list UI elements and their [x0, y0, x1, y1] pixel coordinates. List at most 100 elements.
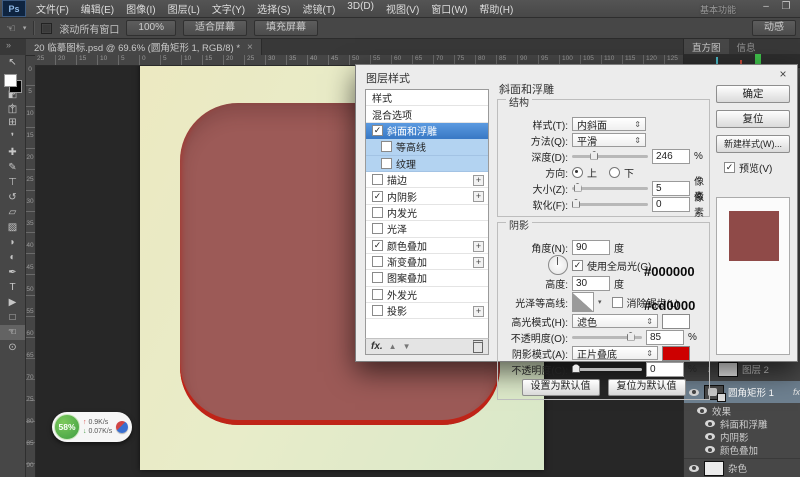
opacity1-input[interactable]: 85 — [646, 330, 684, 345]
move-tool-icon[interactable]: ↖ — [0, 55, 25, 70]
add-instance-icon[interactable]: + — [473, 241, 484, 252]
style-dropdown[interactable]: 内斜面 ⇕ — [572, 117, 646, 131]
dodge-tool-icon[interactable]: ◐ — [0, 250, 25, 265]
opacity2-slider[interactable] — [572, 368, 642, 371]
fx-icon[interactable]: fx. — [371, 341, 383, 352]
zoom-100-button[interactable]: 100% — [126, 20, 176, 36]
add-instance-icon[interactable]: + — [473, 175, 484, 186]
menu-item[interactable]: 视图(V) — [380, 1, 425, 16]
checkbox[interactable] — [381, 158, 392, 169]
checkbox[interactable] — [372, 256, 383, 267]
restore-button[interactable]: ❐ — [778, 1, 794, 12]
visibility-toggle[interactable] — [688, 465, 700, 472]
checkbox[interactable] — [372, 207, 383, 218]
menu-item[interactable]: 滤镜(T) — [297, 1, 342, 16]
angle-input[interactable]: 90 — [572, 240, 610, 255]
blur-tool-icon[interactable]: ◗ — [0, 235, 25, 250]
checkbox[interactable] — [372, 305, 383, 316]
slider-thumb[interactable] — [574, 183, 582, 192]
new-style-button[interactable]: 新建样式(W)... — [716, 135, 790, 153]
style-item-blending-options[interactable]: 混合选项 — [366, 106, 488, 122]
shadow-color-swatch[interactable] — [662, 346, 690, 361]
highlight-mode-dropdown[interactable]: 滤色 ⇕ — [572, 314, 658, 328]
dialog-close-icon[interactable]: × — [776, 67, 790, 81]
checkbox[interactable] — [372, 174, 383, 185]
menu-item[interactable]: 文字(Y) — [206, 1, 251, 16]
menu-item[interactable]: 3D(D) — [341, 1, 380, 16]
style-item-outer-glow[interactable]: 外发光 — [366, 287, 488, 303]
type-tool-icon[interactable]: T — [0, 280, 25, 295]
technique-dropdown[interactable]: 平滑 ⇕ — [572, 133, 646, 147]
eyedropper-tool-icon[interactable]: ❜ — [0, 130, 25, 145]
direction-down-radio[interactable] — [609, 167, 620, 178]
brush-tool-icon[interactable]: ✎ — [0, 160, 25, 175]
add-instance-icon[interactable]: + — [473, 306, 484, 317]
speed-widget[interactable]: 58% ↑ 0.9K/s ↓ 0.07K/s — [52, 412, 132, 442]
direction-up-radio[interactable] — [572, 167, 583, 178]
visibility-toggle[interactable] — [704, 420, 716, 427]
depth-slider[interactable] — [572, 155, 648, 158]
highlight-color-swatch[interactable] — [662, 314, 690, 329]
style-item-inner-glow[interactable]: 内发光 — [366, 205, 488, 221]
layer-fx-badge[interactable]: fx — [793, 387, 800, 397]
contour-arrow-icon[interactable]: ▾ — [598, 298, 602, 306]
size-input[interactable]: 5 — [652, 181, 690, 196]
menu-item[interactable]: 图像(I) — [120, 1, 161, 16]
layer-thumbnail[interactable] — [718, 362, 738, 377]
tool-preset-arrow-icon[interactable]: ▾ — [23, 24, 27, 32]
angle-dial[interactable] — [548, 255, 568, 275]
visibility-toggle[interactable] — [696, 407, 708, 414]
minimize-button[interactable]: – — [758, 1, 774, 12]
menu-item[interactable]: 帮助(H) — [473, 1, 519, 16]
ps-logo[interactable]: Ps — [2, 0, 26, 17]
shape-tool-icon[interactable]: □ — [0, 310, 25, 325]
menu-item[interactable]: 选择(S) — [251, 1, 296, 16]
gloss-contour-thumbnail[interactable] — [572, 292, 594, 312]
pen-tool-icon[interactable]: ✒ — [0, 265, 25, 280]
path-selection-tool-icon[interactable]: ▶ — [0, 295, 25, 310]
layer-thumbnail[interactable] — [704, 461, 724, 476]
crop-tool-icon[interactable]: ⊞ — [0, 115, 25, 130]
effect-row-inner-shadow[interactable]: 内阴影 — [684, 430, 800, 443]
styles-list-header[interactable]: 样式 — [366, 90, 488, 106]
style-item-drop-shadow[interactable]: 投影 + — [366, 303, 488, 319]
layer-row-noise[interactable]: 杂色 — [684, 458, 800, 477]
ok-button[interactable]: 确定 — [716, 85, 790, 103]
checkbox[interactable] — [372, 223, 383, 234]
opacity2-input[interactable]: 0 — [646, 362, 684, 377]
opacity1-slider[interactable] — [572, 336, 642, 339]
reset-default-button[interactable]: 复位为默认值 — [608, 379, 686, 396]
anti-aliased-checkbox[interactable] — [612, 297, 623, 308]
workspace-label[interactable]: 基本功能 — [700, 3, 736, 16]
style-item-gradient-overlay[interactable]: 渐变叠加 + — [366, 254, 488, 270]
depth-input[interactable]: 246 — [652, 149, 690, 164]
soften-slider[interactable] — [572, 203, 648, 206]
add-instance-icon[interactable]: + — [473, 191, 484, 202]
visibility-toggle[interactable] — [704, 446, 716, 453]
tab-info[interactable]: 信息 — [729, 39, 764, 54]
zoom-tool-icon[interactable]: ⊙ — [0, 340, 25, 355]
clone-stamp-tool-icon[interactable]: ⊤ — [0, 175, 25, 190]
menu-item[interactable]: 图层(L) — [162, 1, 206, 16]
history-brush-tool-icon[interactable]: ↺ — [0, 190, 25, 205]
gradient-tool-icon[interactable]: ▨ — [0, 220, 25, 235]
healing-brush-tool-icon[interactable]: ✚ — [0, 145, 25, 160]
style-item-texture[interactable]: 纹理 — [366, 156, 488, 172]
slider-thumb[interactable] — [572, 364, 580, 373]
slider-thumb[interactable] — [627, 332, 635, 341]
screen-mode-icon[interactable]: ◫ — [0, 102, 25, 117]
size-slider[interactable] — [572, 187, 648, 190]
shadow-mode-dropdown[interactable]: 正片叠底 ⇕ — [572, 346, 658, 360]
foreground-color-chip[interactable] — [4, 74, 17, 87]
checkbox-checked[interactable]: ✓ — [372, 191, 383, 202]
checkbox[interactable] — [372, 272, 383, 283]
move-up-icon[interactable]: ▲ — [389, 342, 397, 351]
tab-histogram[interactable]: 直方图 — [684, 39, 729, 54]
fill-screen-button[interactable]: 填充屏幕 — [254, 20, 318, 36]
style-item-contour[interactable]: 等高线 — [366, 139, 488, 155]
fit-screen-button[interactable]: 适合屏幕 — [183, 20, 247, 36]
scroll-all-windows-checkbox[interactable] — [41, 23, 52, 34]
collapse-panels-icon[interactable]: » — [6, 40, 11, 50]
style-item-stroke[interactable]: 描边 + — [366, 172, 488, 188]
menu-item[interactable]: 文件(F) — [30, 1, 75, 16]
